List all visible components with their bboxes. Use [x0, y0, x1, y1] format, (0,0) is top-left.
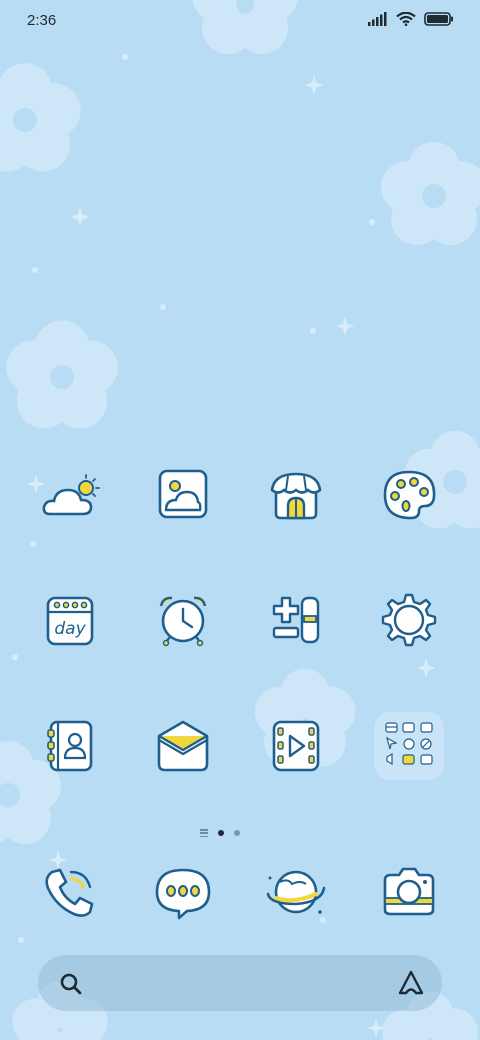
dock-browser[interactable]	[264, 860, 328, 924]
search-icon[interactable]	[58, 971, 84, 997]
calendar-icon: day	[46, 596, 94, 646]
calendar-day-text: day	[54, 619, 86, 639]
status-bar: 2:36	[0, 0, 480, 40]
app-themes[interactable]	[264, 462, 328, 526]
app-drawer-icon[interactable]	[200, 829, 208, 837]
contacts-icon	[47, 720, 93, 772]
planet-icon	[266, 870, 326, 914]
shop-icon	[270, 472, 322, 520]
app-video[interactable]	[264, 714, 328, 778]
page-dot-active[interactable]	[218, 830, 224, 836]
gear-icon	[381, 593, 437, 647]
app-contacts[interactable]	[38, 714, 102, 778]
palette-icon	[383, 470, 436, 520]
app-folder-icon	[385, 722, 433, 766]
app-calculator[interactable]	[264, 588, 328, 652]
envelope-icon	[157, 720, 209, 772]
search-bar[interactable]	[38, 955, 442, 1011]
alarm-clock-icon	[159, 596, 207, 647]
app-calendar[interactable]: day	[38, 588, 102, 652]
battery-icon	[424, 12, 453, 26]
picture-icon	[158, 469, 208, 519]
dock-messages[interactable]	[151, 860, 215, 924]
phone-icon	[45, 868, 94, 917]
page-indicator	[200, 829, 240, 837]
app-gallery[interactable]	[151, 462, 215, 526]
system-icons	[368, 12, 454, 26]
assistant-icon[interactable]	[396, 968, 426, 998]
app-clock[interactable]	[151, 588, 215, 652]
app-settings[interactable]	[377, 588, 441, 652]
film-play-icon	[272, 720, 320, 772]
app-folder[interactable]	[374, 712, 444, 780]
calculator-icon	[272, 596, 320, 644]
status-time: 2:36	[27, 12, 57, 29]
app-palette[interactable]	[377, 462, 441, 526]
cloud-sun-icon	[42, 474, 100, 516]
camera-icon	[383, 867, 435, 916]
page-dot[interactable]	[234, 830, 240, 836]
app-weather[interactable]	[38, 462, 102, 526]
signal-icon	[368, 12, 387, 26]
dock-camera[interactable]	[377, 860, 441, 924]
dock-phone[interactable]	[38, 860, 102, 924]
wifi-icon	[396, 12, 416, 26]
chat-bubble-icon	[155, 868, 211, 920]
app-mail[interactable]	[151, 714, 215, 778]
